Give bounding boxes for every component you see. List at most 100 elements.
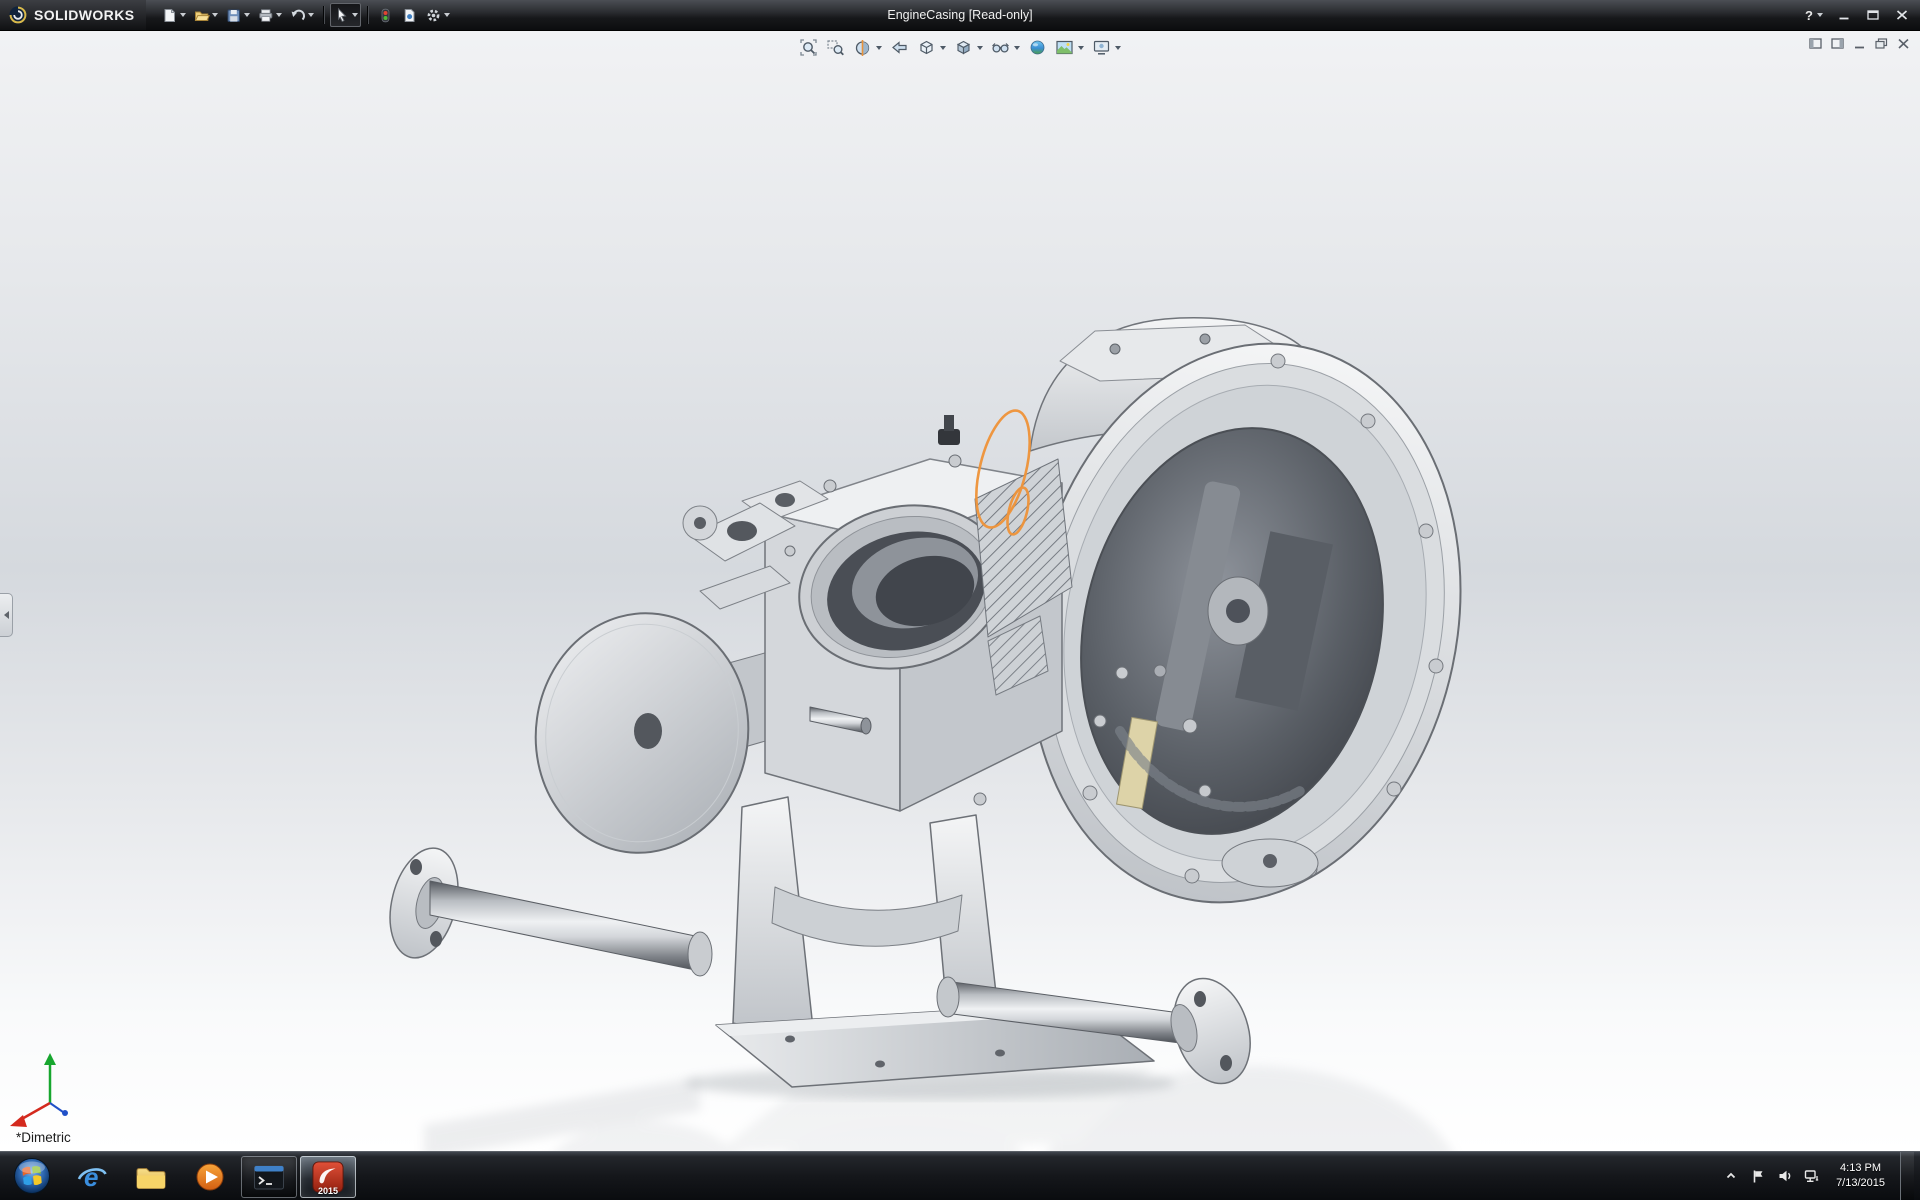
close-button[interactable] xyxy=(1888,5,1915,26)
view-orientation-button[interactable] xyxy=(914,36,949,59)
chevron-left-icon xyxy=(4,611,9,619)
section-view-icon xyxy=(853,38,872,57)
taskbar-media-player[interactable] xyxy=(182,1156,238,1198)
toolbar-separator xyxy=(367,6,368,24)
open-button[interactable] xyxy=(190,3,221,27)
edit-appearance-ball-icon xyxy=(1028,38,1047,57)
windows-start-orb-icon xyxy=(13,1157,51,1195)
taskbar-clock[interactable]: 4:13 PM 7/13/2015 xyxy=(1830,1161,1891,1192)
folder-icon xyxy=(135,1164,167,1191)
dropdown-caret xyxy=(876,46,882,50)
support-rod-left xyxy=(430,881,700,971)
action-center-button[interactable] xyxy=(1749,1167,1767,1185)
brand-text: SOLIDWORKS xyxy=(34,7,134,23)
taskbar: e xyxy=(0,1151,1920,1200)
dropdown-caret xyxy=(352,13,358,17)
taskbar-solidworks[interactable]: 2015 xyxy=(300,1156,356,1198)
apply-scene-button[interactable] xyxy=(1052,36,1087,59)
network-button[interactable] xyxy=(1803,1167,1821,1185)
display-style-icon xyxy=(954,38,973,57)
dropdown-caret xyxy=(1817,13,1823,17)
taskbar-command-prompt[interactable] xyxy=(241,1156,297,1198)
graphics-area[interactable]: *Dimetric xyxy=(0,31,1920,1151)
heads-up-view-toolbar xyxy=(796,36,1124,59)
dropdown-caret xyxy=(1014,46,1020,50)
engine-casing-model[interactable] xyxy=(0,31,1920,1151)
media-player-icon xyxy=(195,1162,225,1192)
hide-show-items-button[interactable] xyxy=(988,36,1023,59)
new-document-icon xyxy=(161,7,178,24)
command-prompt-icon xyxy=(253,1164,285,1191)
options-button[interactable] xyxy=(422,3,453,27)
solidworks-window: SOLIDWORKS xyxy=(0,0,1920,1200)
pane-left-icon[interactable] xyxy=(1809,38,1822,49)
network-icon xyxy=(1804,1169,1820,1183)
volume-button[interactable] xyxy=(1776,1167,1794,1185)
taskbar-icons: e xyxy=(64,1152,356,1200)
display-style-button[interactable] xyxy=(951,36,986,59)
show-hidden-icons-button[interactable] xyxy=(1722,1167,1740,1185)
help-icon: ? xyxy=(1805,8,1813,23)
start-button[interactable] xyxy=(0,1152,64,1200)
dassault-3ds-logo-icon xyxy=(8,5,28,25)
document-window-controls xyxy=(1809,38,1910,49)
zoom-to-area-button[interactable] xyxy=(823,36,848,59)
show-desktop-button[interactable] xyxy=(1900,1152,1914,1200)
dropdown-caret xyxy=(308,13,314,17)
apply-scene-icon xyxy=(1055,38,1074,57)
options-gear-icon xyxy=(425,7,442,24)
toolbar-separator xyxy=(323,6,324,24)
maximize-icon xyxy=(1867,10,1879,20)
taskbar-windows-explorer[interactable] xyxy=(123,1156,179,1198)
taskbar-internet-explorer[interactable]: e xyxy=(64,1156,120,1198)
new-document-button[interactable] xyxy=(158,3,189,27)
triad-z-axis xyxy=(62,1110,68,1116)
featuremanager-collapsed-tab[interactable] xyxy=(0,593,13,637)
file-properties-button[interactable] xyxy=(398,3,421,27)
zoom-to-fit-icon xyxy=(799,38,818,57)
rebuild-button[interactable] xyxy=(374,3,397,27)
select-cursor-icon xyxy=(333,7,350,24)
minimize-button[interactable] xyxy=(1830,5,1857,26)
help-button[interactable]: ? xyxy=(1800,4,1828,26)
system-tray: 4:13 PM 7/13/2015 xyxy=(1722,1152,1920,1200)
doc-close-icon[interactable] xyxy=(1897,38,1910,49)
solidworks-brand: SOLIDWORKS xyxy=(0,0,146,30)
print-button[interactable] xyxy=(254,3,285,27)
dropdown-caret xyxy=(212,13,218,17)
save-button[interactable] xyxy=(222,3,253,27)
undo-button[interactable] xyxy=(286,3,317,27)
doc-minimize-icon[interactable] xyxy=(1853,38,1866,49)
minimize-icon xyxy=(1838,10,1850,20)
triad-y-axis xyxy=(44,1053,56,1065)
doc-restore-icon[interactable] xyxy=(1875,38,1888,49)
titlebar-right: ? xyxy=(1800,4,1920,26)
file-properties-icon xyxy=(401,7,418,24)
previous-view-button[interactable] xyxy=(887,36,912,59)
pane-right-icon[interactable] xyxy=(1831,38,1844,49)
zoom-to-area-icon xyxy=(826,38,845,57)
dropdown-caret xyxy=(940,46,946,50)
dropdown-caret xyxy=(444,13,450,17)
dropdown-caret xyxy=(1115,46,1121,50)
close-icon xyxy=(1896,10,1908,20)
rebuild-traffic-light-icon xyxy=(377,7,394,24)
chevron-up-icon xyxy=(1724,1169,1738,1183)
view-settings-button[interactable] xyxy=(1089,36,1124,59)
view-orientation-label: *Dimetric xyxy=(16,1130,71,1145)
flag-icon xyxy=(1751,1169,1765,1184)
engine-casing-geometry xyxy=(379,303,1511,1099)
clock-date: 7/13/2015 xyxy=(1836,1176,1885,1191)
clock-time: 4:13 PM xyxy=(1836,1161,1885,1176)
edit-appearance-button[interactable] xyxy=(1025,36,1050,59)
previous-view-icon xyxy=(890,38,909,57)
orientation-triad xyxy=(10,1053,68,1127)
select-tool-button[interactable] xyxy=(330,3,361,27)
section-view-button[interactable] xyxy=(850,36,885,59)
view-orientation-cube-icon xyxy=(917,38,936,57)
dropdown-caret xyxy=(276,13,282,17)
window-title: EngineCasing [Read-only] xyxy=(887,8,1032,22)
zoom-to-fit-button[interactable] xyxy=(796,36,821,59)
maximize-button[interactable] xyxy=(1859,5,1886,26)
dropdown-caret xyxy=(180,13,186,17)
